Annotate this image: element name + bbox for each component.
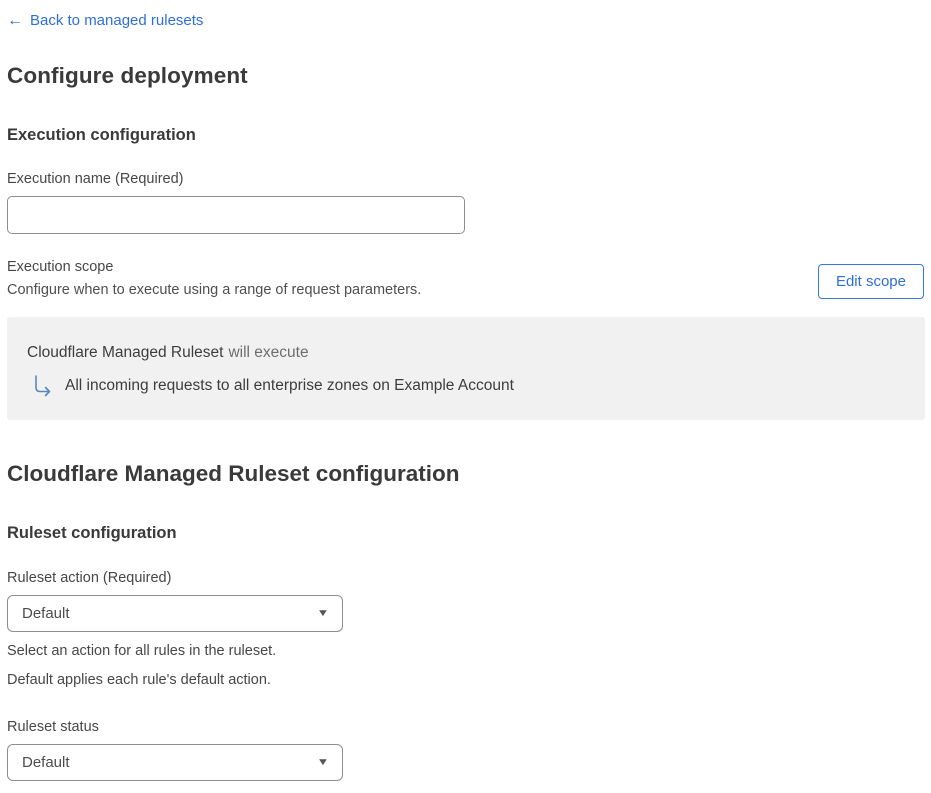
back-to-managed-rulesets-link[interactable]: ← Back to managed rulesets [7, 12, 203, 29]
ruleset-status-help: Select a status for all rules in the rul… [7, 789, 925, 793]
ruleset-status-value: Default [22, 754, 70, 772]
execution-name-input[interactable] [7, 195, 465, 234]
execution-configuration-heading: Execution configuration [7, 125, 196, 144]
back-arrow-icon: ← [7, 11, 23, 29]
configure-deployment-page: ← Back to managed rulesets Configure dep… [0, 0, 931, 793]
ruleset-action-select[interactable]: Default ▼ [7, 594, 343, 632]
back-link-label: Back to managed rulesets [30, 12, 204, 29]
summary-line-will-execute: Cloudflare Managed Ruleset will execute [27, 344, 905, 362]
execution-scope-label: Execution scope [7, 258, 114, 275]
execution-scope-description: Configure when to execute using a range … [7, 281, 422, 298]
ruleset-status-label: Ruleset status [7, 719, 99, 736]
ruleset-action-help-2: Default applies each rule's default acti… [7, 671, 271, 688]
caret-down-icon: ▼ [316, 757, 330, 769]
ruleset-action-help-1: Select an action for all rules in the ru… [7, 642, 277, 659]
execution-scope-row: Execution scope Configure when to execut… [7, 259, 925, 303]
execution-summary-box: Cloudflare Managed Ruleset will execute A… [7, 316, 925, 420]
caret-down-icon: ▼ [316, 607, 330, 619]
ruleset-action-label: Ruleset action (Required) [7, 569, 172, 586]
ruleset-status-select[interactable]: Default ▼ [7, 744, 343, 782]
edit-scope-button[interactable]: Edit scope [817, 263, 924, 299]
page-title: Configure deployment [7, 62, 248, 88]
summary-ruleset-name: Cloudflare Managed Ruleset [27, 343, 224, 361]
summary-line-scope: All incoming requests to all enterprise … [27, 374, 905, 397]
summary-scope-text: All incoming requests to all enterprise … [65, 376, 514, 394]
ruleset-action-value: Default [22, 604, 70, 622]
ruleset-configuration-heading: Ruleset configuration [7, 523, 177, 542]
ruleset-configuration-title: Cloudflare Managed Ruleset configuration [7, 460, 460, 486]
execution-name-label: Execution name (Required) [7, 170, 184, 187]
summary-will-execute-text: will execute [228, 343, 309, 361]
branch-arrow-icon [31, 374, 53, 397]
